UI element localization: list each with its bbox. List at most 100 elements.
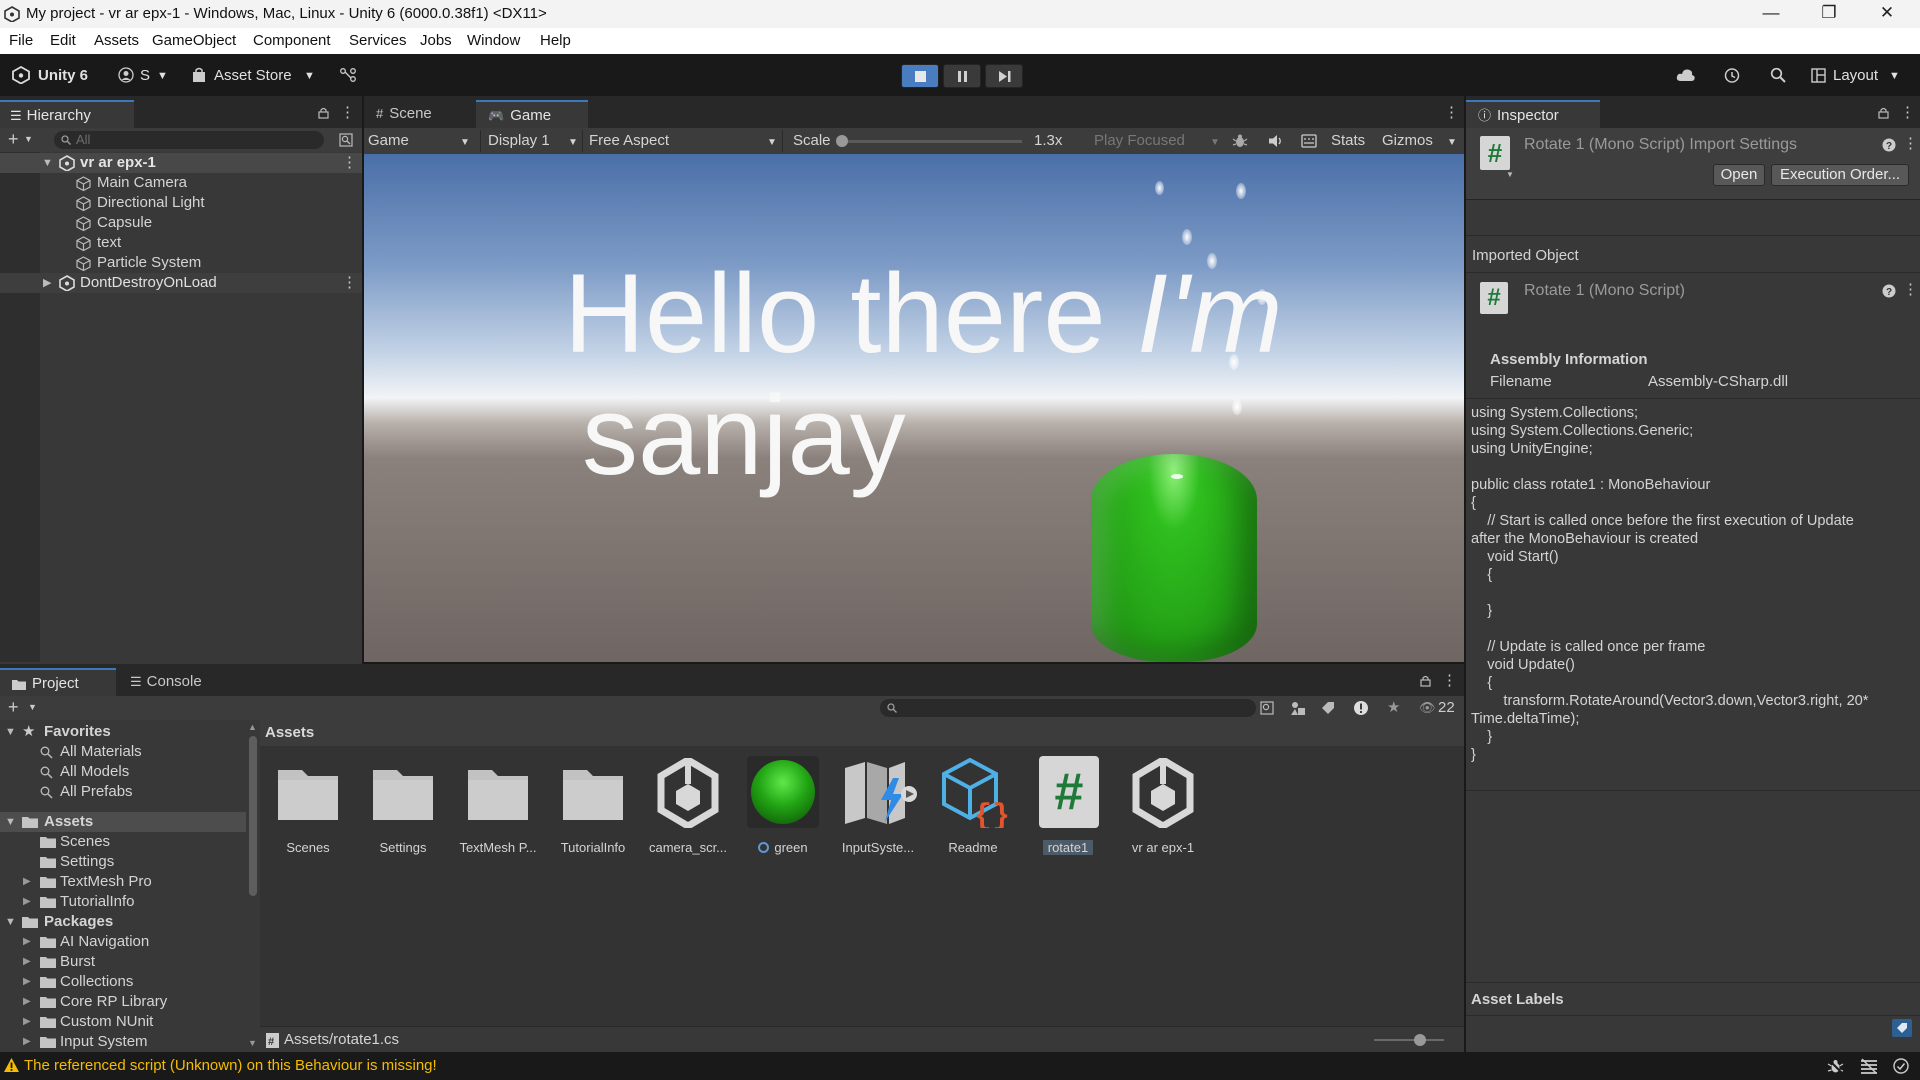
package-collections[interactable]: ▶ Collections — [0, 972, 246, 992]
label-tag-icon[interactable] — [1321, 701, 1335, 715]
audio-mute-icon[interactable] — [1268, 134, 1284, 148]
scale-slider[interactable] — [842, 140, 1022, 143]
expand-arrow-icon[interactable]: ▼ — [5, 812, 16, 832]
package-core-rp-library[interactable]: ▶ Core RP Library — [0, 992, 246, 1012]
favorite-star-icon[interactable]: ★ — [1387, 698, 1400, 716]
tab-inspector[interactable]: ⓘ Inspector — [1466, 100, 1600, 128]
packages-root-row[interactable]: ▼ Packages — [0, 912, 246, 932]
menu-gameobject[interactable]: GameObject — [152, 32, 236, 49]
collapse-arrow-icon[interactable]: ▶ — [23, 892, 31, 912]
kebab-menu-icon[interactable]: ⋮ — [1903, 134, 1918, 152]
stats-button[interactable]: Stats — [1331, 131, 1365, 151]
hierarchy-ddol-row[interactable]: ▶ DontDestroyOnLoad ⋮ — [0, 273, 362, 293]
hierarchy-item-main-camera[interactable]: Main Camera — [0, 173, 362, 193]
lock-icon[interactable] — [1878, 106, 1889, 119]
hierarchy-scene-row[interactable]: ▼ vr ar epx-1 ⋮ — [0, 153, 362, 173]
lock-icon[interactable] — [1420, 674, 1431, 687]
tab-hierarchy[interactable]: ☰ Hierarchy — [0, 100, 134, 128]
kebab-menu-icon[interactable]: ⋮ — [340, 103, 355, 121]
tab-game[interactable]: 🎮 Game — [476, 100, 588, 128]
asset-store-button[interactable]: Asset Store — [214, 67, 292, 84]
collapse-arrow-icon[interactable]: ▶ — [23, 872, 31, 892]
layout-dropdown-icon[interactable]: ▼ — [1889, 70, 1900, 82]
tree-scrollbar[interactable]: ▲ ▼ — [246, 720, 260, 1052]
asset-item-rotate1-script[interactable]: # rotate1 — [1023, 756, 1113, 860]
asset-item-textmesh-pro[interactable]: TextMesh P... — [453, 756, 543, 860]
menu-window[interactable]: Window — [467, 32, 520, 49]
folder-textmesh-pro[interactable]: ▶ TextMesh Pro — [0, 872, 246, 892]
favorite-all-prefabs[interactable]: All Prefabs — [0, 782, 246, 802]
package-input-system[interactable]: ▶ Input System — [0, 1032, 246, 1052]
asset-item-tutorialinfo[interactable]: TutorialInfo — [548, 756, 638, 860]
kebab-menu-icon[interactable]: ⋮ — [1444, 103, 1459, 121]
dropdown-arrow-icon[interactable]: ▼ — [1210, 133, 1220, 153]
view-mode-dropdown[interactable]: Game — [368, 131, 409, 151]
kebab-menu-icon[interactable]: ⋮ — [1903, 280, 1918, 298]
expand-arrow-icon[interactable]: ▼ — [5, 722, 16, 742]
project-search-input[interactable] — [880, 699, 1256, 717]
expand-arrow-icon[interactable]: ▼ — [42, 153, 53, 173]
bug-icon[interactable] — [1827, 1058, 1844, 1074]
step-button[interactable] — [985, 64, 1023, 88]
play-focused-dropdown[interactable]: Play Focused — [1094, 131, 1185, 151]
execution-order-button[interactable]: Execution Order... — [1771, 164, 1909, 186]
folder-tutorialinfo[interactable]: ▶ TutorialInfo — [0, 892, 246, 912]
add-dropdown-icon[interactable]: ▼ — [28, 702, 37, 712]
gizmos-dropdown-icon[interactable]: ▼ — [1447, 133, 1457, 153]
hierarchy-item-capsule[interactable]: Capsule — [0, 213, 362, 233]
tab-project[interactable]: Project — [0, 668, 116, 696]
dropdown-arrow-icon[interactable]: ▼ — [460, 133, 470, 153]
bug-icon[interactable] — [1232, 133, 1248, 149]
keyboard-icon[interactable] — [1301, 134, 1317, 148]
account-icon[interactable] — [118, 67, 134, 83]
aspect-dropdown[interactable]: Free Aspect — [589, 131, 669, 151]
scale-slider-thumb[interactable] — [836, 135, 848, 147]
tree-scrollbar-thumb[interactable] — [249, 736, 257, 896]
favorite-all-materials[interactable]: All Materials — [0, 742, 246, 762]
hierarchy-search-input[interactable]: All — [54, 131, 324, 149]
cache-server-icon[interactable] — [1860, 1058, 1878, 1074]
favorites-row[interactable]: ▼ ★ Favorites — [0, 722, 246, 742]
help-icon[interactable]: ? — [1882, 138, 1896, 152]
package-burst[interactable]: ▶ Burst — [0, 952, 246, 972]
collapse-arrow-icon[interactable]: ▶ — [23, 1032, 31, 1052]
minimize-button[interactable]: — — [1742, 0, 1800, 28]
asset-item-vr-ar-epx-1[interactable]: vr ar epx-1 — [1118, 756, 1208, 860]
lock-icon[interactable] — [318, 106, 329, 119]
search-filter-icon[interactable] — [339, 133, 353, 147]
collapse-arrow-icon[interactable]: ▶ — [23, 952, 31, 972]
unity-version-label[interactable]: Unity 6 — [38, 67, 88, 84]
kebab-menu-icon[interactable]: ⋮ — [342, 273, 357, 293]
breadcrumb-assets[interactable]: Assets — [265, 724, 314, 741]
collapse-arrow-icon[interactable]: ▶ — [23, 992, 31, 1012]
asset-item-green-material[interactable]: green — [738, 756, 828, 860]
filter-by-type-icon[interactable] — [1290, 700, 1306, 716]
display-dropdown[interactable]: Display 1 — [488, 131, 550, 151]
menu-jobs[interactable]: Jobs — [420, 32, 452, 49]
hierarchy-item-text[interactable]: text — [0, 233, 362, 253]
status-warning-message[interactable]: The referenced script (Unknown) on this … — [24, 1057, 437, 1074]
search-filter-icon[interactable] — [1260, 701, 1274, 715]
kebab-menu-icon[interactable]: ⋮ — [342, 153, 357, 173]
icon-size-slider-thumb[interactable] — [1413, 1034, 1426, 1046]
account-dropdown-icon[interactable]: ▼ — [157, 70, 168, 82]
dropdown-arrow-icon[interactable]: ▼ — [568, 133, 578, 153]
asset-item-readme[interactable]: {} Readme — [928, 756, 1018, 860]
help-icon[interactable]: ? — [1882, 284, 1896, 298]
add-icon[interactable]: + — [8, 697, 19, 718]
add-dropdown-icon[interactable]: ▼ — [24, 134, 33, 144]
cloud-icon[interactable] — [1676, 68, 1696, 82]
collapse-arrow-icon[interactable]: ▶ — [43, 273, 51, 293]
menu-component[interactable]: Component — [253, 32, 331, 49]
menu-help[interactable]: Help — [540, 32, 571, 49]
icon-size-slider[interactable] — [1374, 1039, 1444, 1041]
asset-item-settings[interactable]: Settings — [358, 756, 448, 860]
kebab-menu-icon[interactable]: ⋮ — [1900, 103, 1915, 121]
play-button[interactable] — [901, 64, 939, 88]
add-icon[interactable]: + — [8, 129, 19, 150]
folder-settings[interactable]: Settings — [0, 852, 246, 872]
menu-assets[interactable]: Assets — [94, 32, 139, 49]
tab-scene[interactable]: # Scene — [364, 100, 474, 128]
pause-button[interactable] — [943, 64, 981, 88]
history-icon[interactable] — [1723, 67, 1740, 84]
